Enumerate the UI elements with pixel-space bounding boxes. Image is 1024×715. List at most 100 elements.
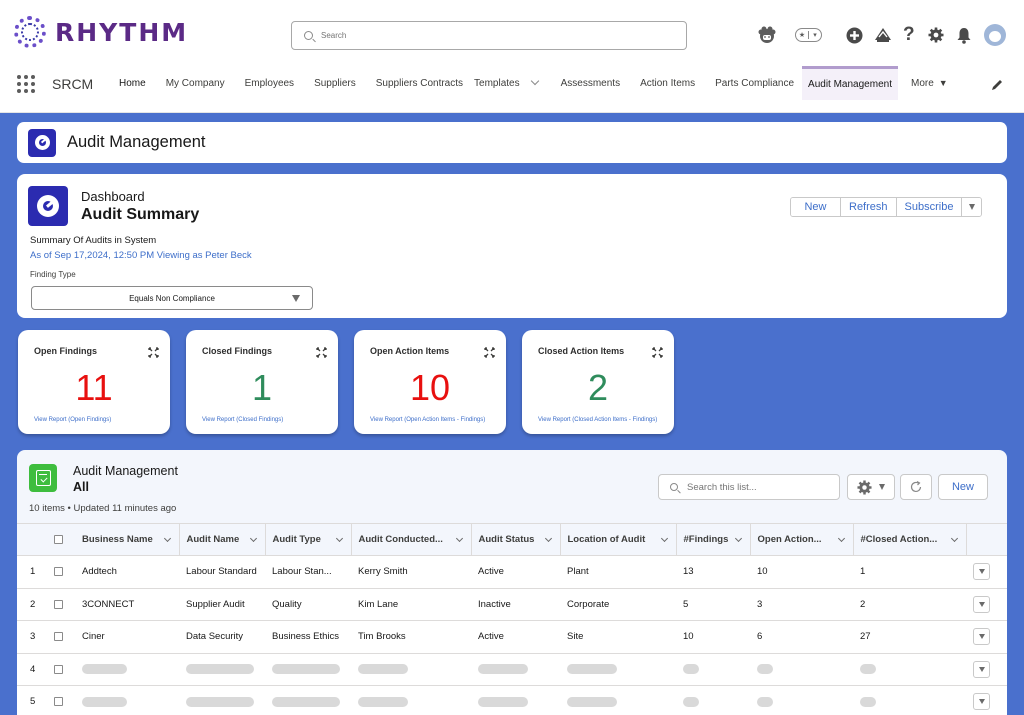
chevron-down-icon[interactable]	[455, 534, 463, 543]
row-number: 5	[17, 685, 47, 715]
add-icon[interactable]	[846, 27, 863, 44]
rhythm-logo[interactable]: RHYTHM	[14, 16, 188, 48]
new-button[interactable]: New	[791, 198, 841, 216]
column-header-audit-status[interactable]: Audit Status	[471, 523, 561, 556]
nav-item-my-company[interactable]: My Company	[156, 66, 235, 100]
chevron-down-icon[interactable]	[734, 534, 742, 543]
nav-item-assessments[interactable]: Assessments	[548, 66, 630, 100]
nav-item-home[interactable]: Home	[111, 66, 156, 100]
chevron-down-icon[interactable]	[837, 534, 845, 543]
column-header-business-name[interactable]: Business Name	[75, 523, 180, 556]
row-actions-button[interactable]	[973, 563, 990, 581]
column-header-location[interactable]: Location of Audit	[560, 523, 677, 556]
row-number: 3	[17, 620, 47, 654]
kpi-title: Closed Action Items	[538, 346, 625, 356]
app-launcher-icon[interactable]	[17, 75, 35, 93]
refresh-button[interactable]: Refresh	[841, 198, 897, 216]
edit-nav-pencil-icon[interactable]	[990, 78, 1004, 92]
column-header-audit-conducted[interactable]: Audit Conducted...	[351, 523, 472, 556]
user-avatar[interactable]	[983, 24, 1006, 46]
cell-findings: 13	[676, 555, 750, 589]
column-header-audit-name[interactable]: Audit Name	[179, 523, 266, 556]
table-row-loading: 5	[17, 685, 1007, 715]
nav-item-templates[interactable]: Templates	[468, 66, 548, 100]
nav-item-suppliers-contracts[interactable]: Suppliers Contracts	[366, 66, 468, 100]
column-header-closed-action[interactable]: #Closed Action...	[853, 523, 967, 556]
chevron-down-icon[interactable]	[660, 534, 668, 543]
column-header-open-action[interactable]: Open Action...	[750, 523, 854, 556]
column-header-audit-type[interactable]: Audit Type	[265, 523, 352, 556]
select-all-checkbox[interactable]	[54, 534, 63, 544]
list-new-button[interactable]: New	[938, 474, 988, 500]
expand-icon[interactable]	[148, 345, 159, 358]
dashboard-actions: New Refresh Subscribe	[790, 197, 983, 217]
table-row[interactable]: 2 3CONNECT Supplier Audit Quality Kim La…	[17, 588, 1007, 621]
nav-item-parts-compliance[interactable]: Parts Compliance	[705, 66, 802, 100]
nav-label: Audit Management	[808, 79, 892, 90]
list-refresh-button[interactable]	[900, 474, 932, 500]
view-report-link[interactable]: View Report (Open Action Items - Finding…	[370, 417, 485, 423]
help-icon[interactable]: ?	[903, 24, 915, 46]
more-actions-button[interactable]	[962, 198, 982, 216]
chevron-down-icon[interactable]	[530, 76, 539, 86]
header-utility-icons: ★ ▾ ?	[757, 22, 1006, 48]
cell-audit-conducted: Kim Lane	[351, 588, 471, 621]
row-actions-button[interactable]	[973, 693, 990, 711]
astro-icon[interactable]	[757, 26, 777, 44]
column-label: Audit Name	[186, 534, 240, 545]
row-actions-button[interactable]	[973, 595, 990, 613]
column-header-findings[interactable]: #Findings	[676, 523, 751, 556]
row-checkbox[interactable]	[54, 567, 63, 577]
row-checkbox[interactable]	[54, 599, 63, 609]
view-report-link[interactable]: View Report (Closed Findings)	[202, 417, 283, 423]
cell-business-name: 3CONNECT	[75, 588, 179, 621]
kpi-title: Open Findings	[34, 346, 97, 356]
view-report-link[interactable]: View Report (Closed Action Items - Findi…	[538, 417, 657, 423]
cell-audit-conducted: Kerry Smith	[351, 555, 471, 589]
nav-item-action-items[interactable]: Action Items	[630, 66, 705, 100]
global-search[interactable]	[291, 21, 687, 50]
favorites-dropdown-icon[interactable]: ▾	[809, 31, 821, 39]
row-checkbox[interactable]	[54, 697, 63, 707]
finding-type-filter[interactable]: Equals Non Compliance	[31, 286, 313, 310]
list-search-input[interactable]	[687, 481, 837, 493]
row-actions-button[interactable]	[973, 628, 990, 646]
expand-icon[interactable]	[484, 345, 495, 358]
chevron-down-icon[interactable]	[950, 534, 958, 543]
caret-down-icon	[978, 699, 985, 705]
expand-icon[interactable]	[316, 345, 327, 358]
chevron-down-icon[interactable]	[544, 534, 552, 543]
row-number-header	[17, 523, 47, 556]
row-actions-button[interactable]	[973, 660, 990, 678]
row-checkbox[interactable]	[54, 664, 63, 674]
notifications-bell-icon[interactable]	[956, 27, 972, 44]
nav-label: Suppliers Contracts	[375, 77, 464, 89]
favorites-group[interactable]: ★ ▾	[795, 28, 822, 42]
page-header: Audit Management	[17, 122, 1007, 163]
list-settings-button[interactable]	[847, 474, 895, 500]
nav-item-audit-management[interactable]: Audit Management	[802, 66, 898, 100]
chevron-down-icon[interactable]	[335, 534, 343, 543]
star-icon[interactable]: ★	[796, 31, 809, 39]
caret-down-icon: ▼	[938, 78, 948, 88]
list-search[interactable]	[658, 474, 840, 500]
view-report-link[interactable]: View Report (Open Findings)	[34, 417, 111, 423]
global-search-input[interactable]	[321, 31, 661, 40]
subscribe-button[interactable]: Subscribe	[896, 198, 963, 216]
trailhead-icon[interactable]	[874, 27, 892, 43]
table-row[interactable]: 1 Addtech Labour Standard Labour Stan...…	[17, 555, 1007, 589]
chevron-down-icon[interactable]	[249, 534, 257, 543]
nav-item-more[interactable]: More ▼	[898, 66, 958, 100]
setup-gear-icon[interactable]	[928, 27, 944, 43]
app-name: SRCM	[52, 76, 94, 92]
nav-item-employees[interactable]: Employees	[235, 66, 304, 100]
dashboard-as-of[interactable]: As of Sep 17,2024, 12:50 PM Viewing as P…	[30, 250, 252, 261]
list-view-name[interactable]: All	[73, 480, 89, 494]
row-actions-header	[966, 523, 1007, 556]
chevron-down-icon[interactable]	[163, 534, 171, 543]
table-row[interactable]: 3 Ciner Data Security Business Ethics Ti…	[17, 620, 1007, 654]
row-checkbox[interactable]	[54, 632, 63, 642]
expand-icon[interactable]	[652, 345, 663, 358]
column-label: Location of Audit	[567, 534, 646, 545]
nav-item-suppliers[interactable]: Suppliers	[304, 66, 366, 100]
